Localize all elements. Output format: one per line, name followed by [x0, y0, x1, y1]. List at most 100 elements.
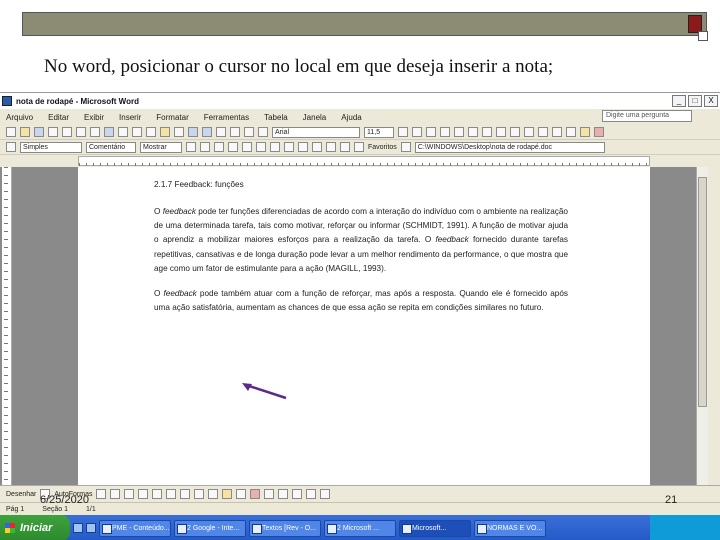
- display-mode-icon[interactable]: [6, 142, 16, 152]
- menu-editar[interactable]: Editar: [48, 113, 69, 122]
- undo-icon[interactable]: [188, 127, 198, 137]
- permission-icon[interactable]: [48, 127, 58, 137]
- rectangle-icon[interactable]: [124, 489, 135, 499]
- favorites-menu[interactable]: Favoritos: [368, 144, 397, 151]
- hyperlink-icon[interactable]: [216, 127, 226, 137]
- italic-icon[interactable]: [412, 127, 422, 137]
- close-button[interactable]: X: [704, 95, 718, 107]
- text-color-icon[interactable]: [250, 489, 261, 499]
- format-painter-icon[interactable]: [174, 127, 184, 137]
- taskbar-button[interactable]: PME - Conteúdo...: [99, 519, 171, 537]
- help-search-input[interactable]: Digite uma pergunta: [602, 110, 692, 122]
- new-comment-icon[interactable]: [242, 142, 252, 152]
- quick-launch-icon[interactable]: [86, 523, 96, 533]
- quick-launch-icon[interactable]: [73, 523, 83, 533]
- paragraph-1[interactable]: O feedback pode ter funções diferenciada…: [154, 205, 568, 276]
- menu-janela[interactable]: Janela: [303, 113, 327, 122]
- next-change-icon[interactable]: [200, 142, 210, 152]
- vertical-scrollbar[interactable]: [696, 167, 708, 485]
- font-select[interactable]: Arial: [272, 126, 360, 138]
- view-mode-select[interactable]: Simples: [20, 141, 82, 153]
- scrollbar-thumb[interactable]: [698, 177, 707, 407]
- web-back-icon[interactable]: [284, 142, 294, 152]
- wordart-icon[interactable]: [166, 489, 177, 499]
- reviewing-pane-icon[interactable]: [270, 142, 280, 152]
- draw-menu[interactable]: Desenhar: [6, 491, 36, 498]
- clipart-icon[interactable]: [194, 489, 205, 499]
- taskbar-button-active[interactable]: Microsoft...: [399, 519, 471, 537]
- show-select[interactable]: Mostrar: [140, 141, 182, 153]
- start-button[interactable]: Iniciar: [0, 515, 70, 540]
- reject-change-icon[interactable]: [228, 142, 238, 152]
- spelling-icon[interactable]: [104, 127, 114, 137]
- taskbar-button[interactable]: Textos [Rev - O...: [249, 519, 321, 537]
- save-icon[interactable]: [34, 127, 44, 137]
- accept-change-icon[interactable]: [214, 142, 224, 152]
- justify-icon[interactable]: [482, 127, 492, 137]
- menu-inserir[interactable]: Inserir: [119, 113, 141, 122]
- line-icon[interactable]: [96, 489, 107, 499]
- decrease-indent-icon[interactable]: [538, 127, 548, 137]
- bullets-icon[interactable]: [524, 127, 534, 137]
- oval-icon[interactable]: [138, 489, 149, 499]
- maximize-button[interactable]: □: [688, 95, 702, 107]
- address-input[interactable]: C:\WINDOWS\Desktop\nota de rodapé.doc: [414, 141, 605, 153]
- taskbar-button[interactable]: NORMAS E VO...: [474, 519, 546, 537]
- print-preview-icon[interactable]: [90, 127, 100, 137]
- show-only-web-toolbar-icon[interactable]: [400, 142, 411, 152]
- numbering-icon[interactable]: [510, 127, 520, 137]
- show-hide-icon[interactable]: [258, 127, 268, 137]
- font-size-select[interactable]: 11,5: [364, 126, 394, 138]
- search-web-icon[interactable]: [354, 142, 364, 152]
- border-icon[interactable]: [566, 127, 576, 137]
- table-icon[interactable]: [230, 127, 240, 137]
- line-color-icon[interactable]: [236, 489, 247, 499]
- home-icon[interactable]: [340, 142, 350, 152]
- copy-icon[interactable]: [146, 127, 156, 137]
- email-icon[interactable]: [62, 127, 72, 137]
- 3d-icon[interactable]: [320, 489, 331, 499]
- arrow-style-icon[interactable]: [292, 489, 303, 499]
- track-changes-icon[interactable]: [256, 142, 266, 152]
- paragraph-2[interactable]: O feedback pode também atuar com a funçã…: [154, 287, 568, 315]
- document-page[interactable]: 2.1.7 Feedback: funções O feedback pode …: [78, 167, 650, 485]
- font-color-icon[interactable]: [594, 127, 604, 137]
- paste-icon[interactable]: [160, 127, 170, 137]
- highlight-icon[interactable]: [580, 127, 590, 137]
- taskbar-button[interactable]: 2 Google - Inte...: [174, 519, 246, 537]
- refresh-icon[interactable]: [326, 142, 336, 152]
- line-style-icon[interactable]: [264, 489, 275, 499]
- align-left-icon[interactable]: [440, 127, 450, 137]
- redo-icon[interactable]: [202, 127, 212, 137]
- previous-change-icon[interactable]: [186, 142, 196, 152]
- menu-tabela[interactable]: Tabela: [264, 113, 288, 122]
- horizontal-ruler[interactable]: [78, 156, 650, 166]
- diagram-icon[interactable]: [180, 489, 191, 499]
- columns-icon[interactable]: [244, 127, 254, 137]
- print-icon[interactable]: [76, 127, 86, 137]
- arrow-icon[interactable]: [110, 489, 121, 499]
- picture-icon[interactable]: [208, 489, 219, 499]
- system-tray[interactable]: [650, 515, 720, 540]
- bold-icon[interactable]: [398, 127, 408, 137]
- menu-arquivo[interactable]: Arquivo: [6, 113, 33, 122]
- taskbar-button[interactable]: 2 Microsoft ...: [324, 519, 396, 537]
- comment-select[interactable]: Comentário: [86, 141, 136, 153]
- web-forward-icon[interactable]: [298, 142, 308, 152]
- cut-icon[interactable]: [132, 127, 142, 137]
- align-center-icon[interactable]: [454, 127, 464, 137]
- new-document-icon[interactable]: [6, 127, 16, 137]
- stop-icon[interactable]: [312, 142, 322, 152]
- dash-style-icon[interactable]: [278, 489, 289, 499]
- menu-ferramentas[interactable]: Ferramentas: [204, 113, 249, 122]
- increase-indent-icon[interactable]: [552, 127, 562, 137]
- underline-icon[interactable]: [426, 127, 436, 137]
- menu-exibir[interactable]: Exibir: [84, 113, 104, 122]
- vertical-ruler[interactable]: [2, 167, 12, 485]
- fill-color-icon[interactable]: [222, 489, 233, 499]
- shadow-icon[interactable]: [306, 489, 317, 499]
- menu-ajuda[interactable]: Ajuda: [341, 113, 361, 122]
- research-icon[interactable]: [118, 127, 128, 137]
- textbox-icon[interactable]: [152, 489, 163, 499]
- align-right-icon[interactable]: [468, 127, 478, 137]
